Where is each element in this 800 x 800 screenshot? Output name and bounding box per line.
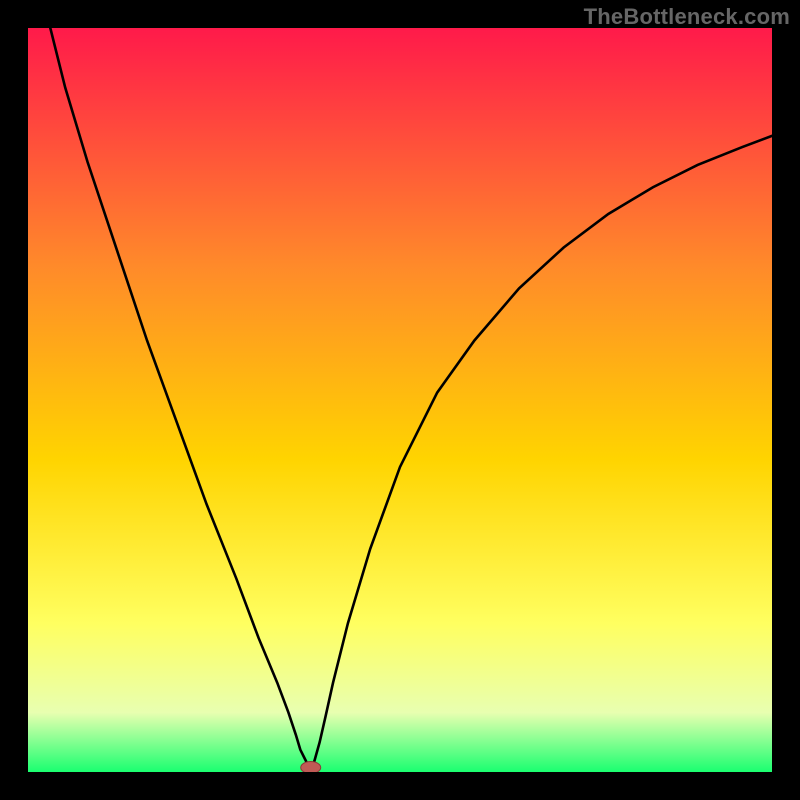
gradient-background bbox=[28, 28, 772, 772]
minimum-marker bbox=[301, 762, 321, 772]
plot-area bbox=[28, 28, 772, 772]
bottleneck-plot bbox=[28, 28, 772, 772]
watermark-text: TheBottleneck.com bbox=[584, 4, 790, 30]
chart-frame: TheBottleneck.com bbox=[0, 0, 800, 800]
